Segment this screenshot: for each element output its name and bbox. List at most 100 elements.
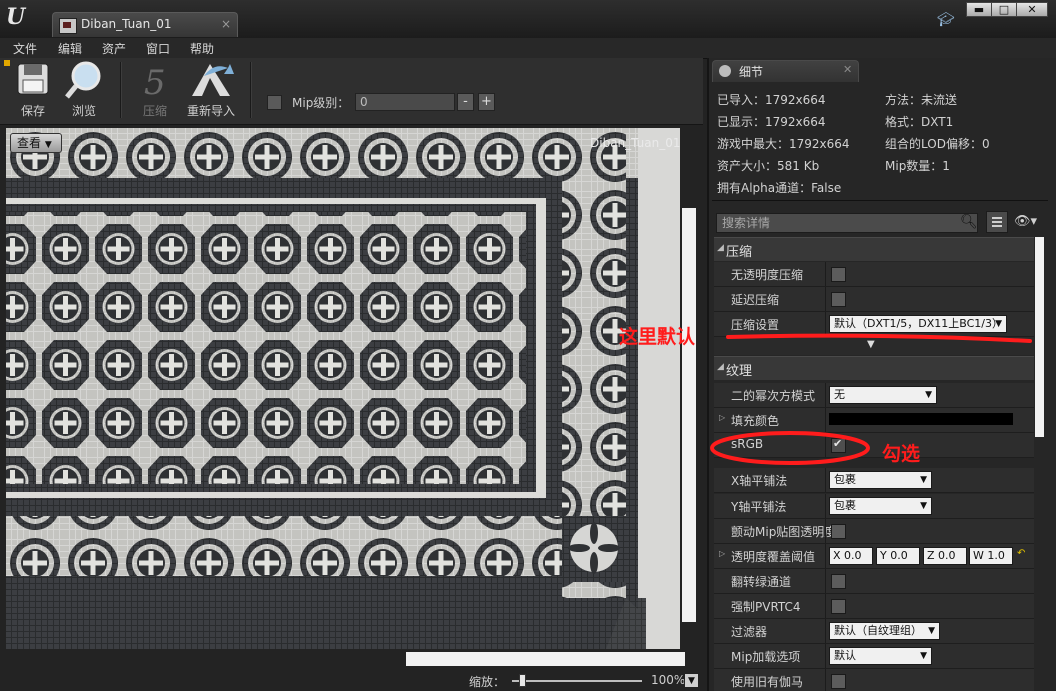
menu-help[interactable]: 帮助 (190, 40, 214, 57)
annotation-marks (710, 333, 1032, 465)
circle-mark (710, 431, 870, 465)
mip-increment-button[interactable]: + (478, 93, 495, 111)
expand-arrow-icon[interactable]: ▷ (719, 549, 725, 558)
texture-asset-icon (59, 18, 77, 34)
property-row: 过滤器 默认（自纹理组） ▼ (714, 619, 1034, 644)
reimport-button[interactable]: 重新导入 (184, 58, 238, 120)
asset-editor-tab[interactable]: Diban_Tuan_01 × (52, 12, 238, 37)
view-button-label: 查看 (17, 136, 42, 150)
chevron-down-icon: ▼ (920, 651, 927, 661)
property-label: 透明度覆盖阈值 (731, 550, 816, 564)
texture-viewport[interactable] (6, 128, 680, 649)
property-row: 无透明度压缩 (714, 262, 1034, 287)
browse-button[interactable]: 浏览 (62, 58, 106, 120)
info-max-in-game: 游戏中最大：1792x664 (717, 137, 850, 151)
info-mip-count: Mip数量：1 (885, 159, 950, 173)
mip-level-input[interactable]: 0 (355, 93, 455, 111)
property-label: 延迟压缩 (731, 293, 780, 307)
mip-level-checkbox[interactable] (267, 95, 282, 110)
info-method: 方法：未流送 (885, 93, 958, 107)
toolbar: 保存 浏览 5 压缩 重新导入 Mip级别： 0 - + (0, 58, 703, 125)
alpha-threshold-z-field[interactable]: Z 0.0 (923, 547, 967, 565)
dropdown-value: 包裹 (834, 499, 856, 512)
alpha-threshold-w-field[interactable]: W 1.0 (969, 547, 1013, 565)
category-compression-label: 压缩 (726, 245, 753, 260)
legacy-gamma-checkbox[interactable] (831, 674, 846, 689)
mip-decrement-button[interactable]: - (457, 93, 474, 111)
info-imported: 已导入：1792x664 (717, 93, 826, 107)
divider (712, 200, 1048, 201)
mip-level-label: Mip级别： (292, 96, 350, 110)
viewport-horizontal-scrollbar[interactable] (406, 652, 685, 666)
defer-compression-checkbox[interactable] (831, 292, 846, 307)
column-divider (825, 494, 826, 518)
info-displayed: 已显示：1792x664 (717, 115, 826, 129)
details-tab-label: 细节 (739, 65, 764, 79)
zoom-slider-handle[interactable] (519, 674, 526, 687)
menu-window[interactable]: 窗口 (146, 40, 170, 57)
view-dropdown-button[interactable]: 查看 ▼ (10, 133, 62, 153)
chevron-down-icon: ▼ (920, 501, 927, 511)
menu-file[interactable]: 文件 (13, 40, 37, 57)
toolbar-separator (120, 62, 122, 118)
unreal-logo-icon[interactable]: U (6, 4, 30, 30)
viewport-vertical-scrollbar[interactable] (682, 208, 696, 622)
info-format: 格式：DXT1 (885, 115, 954, 129)
property-row: 翻转绿通道 (714, 569, 1034, 594)
category-compression[interactable]: ◢ 压缩 (714, 237, 1034, 261)
info-resource-size: 资产大小：581 Kb (717, 159, 820, 173)
search-icon[interactable]: 🔍︎ (960, 214, 978, 230)
chevron-down-icon: ▼ (928, 626, 935, 636)
texture-name-overlay: Diban_Tuan_01 (590, 136, 681, 150)
maximize-button[interactable]: □ (991, 2, 1017, 17)
graduation-cap-icon[interactable]: 🎓︎ (937, 12, 955, 28)
property-row: Mip加载选项 默认 ▼ (714, 644, 1034, 669)
property-label: Mip加载选项 (731, 650, 801, 664)
column-divider (825, 619, 826, 643)
property-row: 延迟压缩 (714, 287, 1034, 312)
property-matrix-icon[interactable] (986, 211, 1008, 233)
compression-no-alpha-checkbox[interactable] (831, 267, 846, 282)
zoom-slider[interactable] (512, 680, 642, 682)
compress-label: 压缩 (142, 104, 167, 118)
save-icon (17, 63, 49, 95)
flip-green-channel-checkbox[interactable] (831, 574, 846, 589)
column-divider (825, 669, 826, 691)
menu-bar: 文件 编辑 资产 窗口 帮助 (0, 38, 1056, 59)
compress-button[interactable]: 5 压缩 (134, 58, 176, 120)
close-window-button[interactable]: ✕ (1016, 2, 1048, 17)
property-label: 强制PVRTC4 (731, 600, 801, 614)
details-tab-close-icon[interactable]: ✕ (843, 63, 852, 76)
force-pvrtc4-checkbox[interactable] (831, 599, 846, 614)
zoom-dropdown-button[interactable]: ▼ (684, 673, 699, 688)
dropdown-value: 默认 (834, 649, 856, 662)
filter-dropdown[interactable]: 默认（自纹理组） ▼ (829, 622, 940, 640)
mip-load-options-dropdown[interactable]: 默认 ▼ (829, 647, 932, 665)
details-tab[interactable]: 细节 ✕ (712, 60, 859, 82)
property-label: Y轴平铺法 (731, 500, 787, 514)
property-label: 翻转绿通道 (731, 575, 792, 589)
annotation-default-note: 这里默认 (619, 326, 696, 348)
save-label: 保存 (20, 104, 45, 118)
tab-close-icon[interactable]: × (221, 17, 231, 31)
menu-edit[interactable]: 编辑 (58, 40, 82, 57)
zoom-label: 缩放： (469, 675, 506, 689)
eye-visibility-icon[interactable]: 👁︎▾ (1014, 214, 1037, 229)
dither-mip-alpha-checkbox[interactable] (831, 524, 846, 539)
column-divider (825, 594, 826, 618)
alpha-threshold-x-field[interactable]: X 0.0 (829, 547, 873, 565)
menu-asset[interactable]: 资产 (102, 40, 126, 57)
magnifier-icon (65, 61, 101, 99)
alpha-threshold-y-field[interactable]: Y 0.0 (876, 547, 920, 565)
minimize-button[interactable]: ▬ (966, 2, 992, 17)
y-axis-tiling-dropdown[interactable]: 包裹 ▼ (829, 497, 932, 515)
property-label: 颤动Mip贴图透明度 (731, 525, 837, 539)
details-search-input[interactable]: 搜索详情 (716, 213, 978, 233)
property-row: 强制PVRTC4 (714, 594, 1034, 619)
property-label: 使用旧有伽马 (731, 675, 804, 689)
reset-to-default-icon[interactable]: ↶ (1017, 548, 1025, 559)
mosaic-texture-image (6, 128, 680, 649)
save-button[interactable]: 保存 (12, 58, 54, 120)
property-row: 使用旧有伽马 (714, 669, 1034, 691)
column-divider (825, 544, 826, 568)
